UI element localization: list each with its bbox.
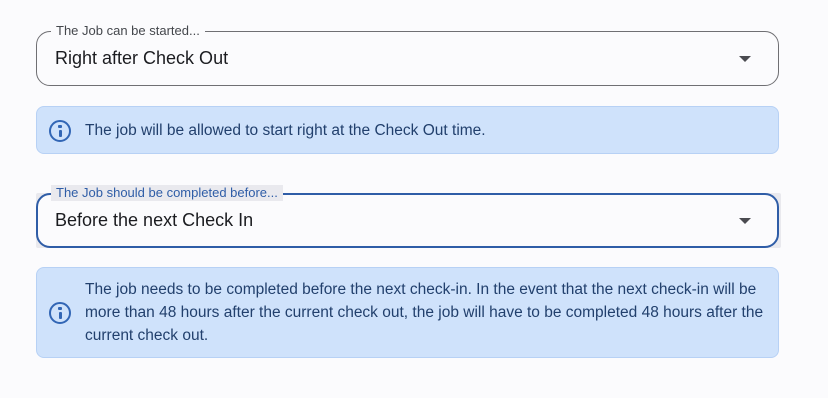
job-start-select[interactable]: The Job can be started... Right after Ch…: [36, 23, 779, 86]
job-start-info-alert: The job will be allowed to start right a…: [36, 106, 779, 154]
job-complete-info-alert: The job needs to be completed before the…: [36, 267, 779, 358]
info-icon: [49, 302, 71, 324]
chevron-down-icon[interactable]: [739, 55, 751, 62]
job-complete-select[interactable]: The Job should be completed before... Be…: [36, 185, 779, 248]
job-complete-info-text: The job needs to be completed before the…: [85, 281, 764, 344]
info-icon: [49, 120, 71, 142]
job-complete-value: Before the next Check In: [55, 210, 254, 230]
chevron-down-icon[interactable]: [739, 217, 751, 224]
job-start-info-text: The job will be allowed to start right a…: [85, 122, 486, 139]
job-start-value: Right after Check Out: [55, 48, 229, 68]
job-timing-form: The Job can be started... Right after Ch…: [0, 0, 828, 398]
